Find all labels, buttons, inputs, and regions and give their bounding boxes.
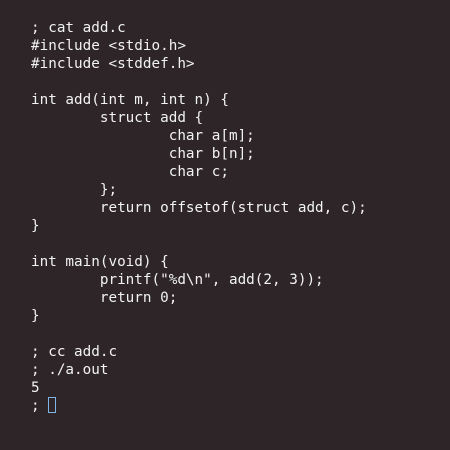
terminal-line: ; ./a.out [31, 362, 109, 378]
terminal-line: return 0; [31, 290, 178, 306]
terminal-line: #include <stddef.h> [31, 56, 195, 72]
terminal-line: } [31, 218, 40, 234]
command-prompt[interactable]: ; [31, 397, 450, 415]
terminal-line: #include <stdio.h> [31, 38, 186, 54]
terminal-line: ; cat add.c [31, 20, 126, 36]
terminal-line: }; [31, 182, 118, 198]
terminal-line: printf("%d\n", add(2, 3)); [31, 272, 324, 288]
terminal-line: return offsetof(struct add, c); [31, 200, 367, 216]
terminal-line: char c; [31, 164, 229, 180]
terminal-line: int main(void) { [31, 254, 169, 270]
terminal-line: 5 [31, 380, 40, 396]
terminal-window[interactable]: ; cat add.c #include <stdio.h> #include … [0, 0, 450, 450]
terminal-line: ; cc add.c [31, 344, 118, 360]
terminal-line: } [31, 308, 40, 324]
terminal-line: int add(int m, int n) { [31, 92, 229, 108]
terminal-line: struct add { [31, 110, 204, 126]
terminal-line: char a[m]; [31, 128, 255, 144]
terminal-line: char b[n]; [31, 146, 255, 162]
prompt-symbol: ; [31, 398, 49, 414]
text-cursor[interactable] [48, 397, 57, 413]
